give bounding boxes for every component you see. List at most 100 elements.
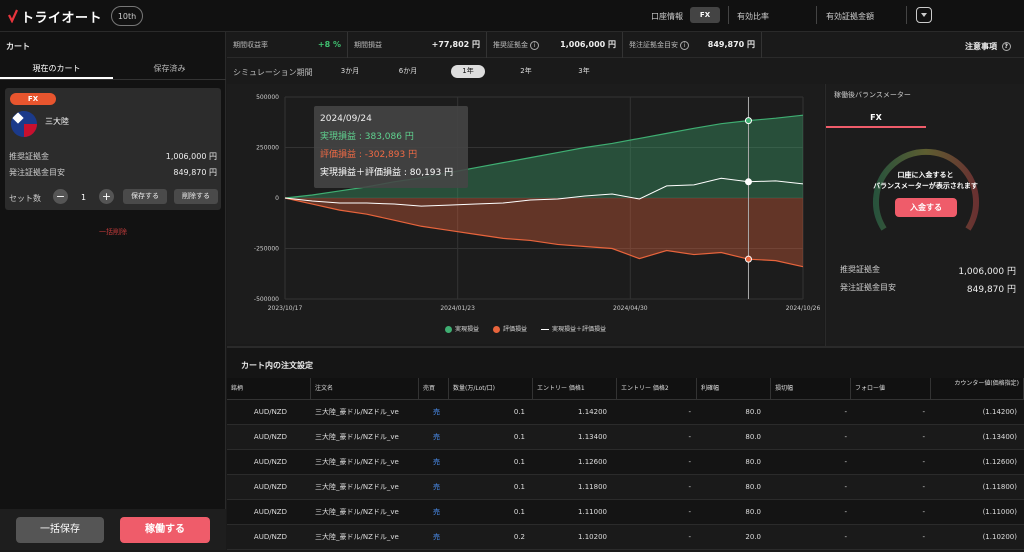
- anniversary-badge: 10th: [111, 6, 144, 26]
- col-counter[interactable]: カウンター値(価格指定): [931, 378, 1024, 400]
- order-margin-label: 発注証拠金目安: [9, 168, 65, 177]
- recommended-margin-stat: 推奨証拠金 i 1,006,000 円: [487, 32, 623, 58]
- delete-all-link[interactable]: 一括削除: [0, 227, 226, 237]
- table-cell: 1.11800: [578, 483, 607, 491]
- crosshair-point: [744, 255, 752, 263]
- col-follow[interactable]: フォロー値: [851, 378, 931, 400]
- tab-fx[interactable]: FX: [826, 108, 926, 128]
- x-tick-label: 2024/04/30: [613, 305, 648, 312]
- table-cell: 1.14200: [578, 408, 607, 416]
- info-icon[interactable]: i: [530, 40, 539, 50]
- simulation-period-label: シミュレーション期間: [233, 68, 313, 77]
- legend-total[interactable]: 実現損益＋評価損益: [541, 324, 606, 336]
- decrement-button[interactable]: −: [53, 189, 68, 204]
- legend-unrealized[interactable]: 評価損益: [492, 324, 527, 336]
- fx-account-button[interactable]: FX: [690, 7, 720, 23]
- table-row[interactable]: AUD/NZD 三大陸_豪ドル/NZドル_ve 売 0.1 1.12600-80.0- -…: [227, 450, 1024, 475]
- table-cell: AUD/NZD: [253, 533, 287, 541]
- right-recommended-label: 推奨証拠金: [840, 265, 880, 274]
- deposit-button[interactable]: 入金する: [895, 198, 957, 217]
- table-row[interactable]: AUD/NZD 三大陸_豪ドル/NZドル_ve 売 0.1 1.14200-80.0- -…: [227, 400, 1024, 425]
- fx-badge: FX: [10, 93, 56, 105]
- order-margin-value: 849,870 円: [173, 168, 217, 177]
- table-cell: -: [688, 483, 691, 491]
- app-logo[interactable]: トライオート 10th: [8, 6, 144, 26]
- right-order-margin: 発注証拠金目安 849,870 円: [840, 282, 1016, 295]
- period-option-6m[interactable]: 6か月: [393, 65, 423, 78]
- table-cell: 80.0: [745, 508, 761, 516]
- order-margin-stat-label: 発注証拠金目安: [629, 41, 678, 49]
- table-cell: -: [844, 408, 847, 416]
- table-cell: (1.11000): [982, 508, 1017, 516]
- effective-margin-label: 有効証拠金額: [826, 12, 874, 21]
- divider: [906, 6, 907, 24]
- save-all-button[interactable]: 一括保存: [16, 517, 104, 543]
- notes-link[interactable]: 注意事項 ?: [965, 41, 1011, 52]
- legend-realized[interactable]: 実現損益: [444, 324, 479, 336]
- table-cell: AUD/NZD: [253, 483, 287, 491]
- recommended-margin-label: 推奨証拠金: [9, 152, 49, 161]
- period-option-1y[interactable]: 1年: [451, 65, 485, 78]
- info-icon[interactable]: i: [680, 40, 689, 50]
- table-row[interactable]: AUD/NZD 三大陸_豪ドル/NZドル_ve 売 0.1 1.11000-80.0- -…: [227, 500, 1024, 525]
- table-cell: 0.2: [513, 533, 525, 541]
- delete-button[interactable]: 削除する: [174, 189, 218, 204]
- col-take-profit[interactable]: 利確幅: [697, 378, 771, 400]
- message-line-1: 口座に入金すると: [897, 171, 954, 179]
- table-cell: AUD/NZD: [253, 508, 287, 516]
- table-cell: 0.1: [513, 483, 525, 491]
- col-stop-loss[interactable]: 損切幅: [771, 378, 851, 400]
- app-name: トライオート: [21, 10, 103, 26]
- strategy-name: 三大陸: [45, 117, 69, 126]
- col-entry-1[interactable]: エントリー 価格1: [533, 378, 617, 400]
- chevron-down-icon[interactable]: [916, 7, 932, 23]
- period-option-3y[interactable]: 3年: [569, 65, 599, 78]
- table-cell: AUD/NZD: [253, 433, 287, 441]
- currency-flag-icon: [11, 111, 37, 137]
- table-cell: 80.0: [745, 408, 761, 416]
- period-option-3m[interactable]: 3か月: [335, 65, 365, 78]
- table-row[interactable]: AUD/NZD 三大陸_豪ドル/NZドル_ve 売 0.1 1.13400-80.0- -…: [227, 425, 1024, 450]
- col-order-name[interactable]: 注文名: [311, 378, 419, 400]
- table-row[interactable]: AUD/NZD 三大陸_豪ドル/NZドル_ve 売 0.1 1.11800-80.0- -…: [227, 475, 1024, 500]
- table-cell: 三大陸_豪ドル/NZドル_ve: [315, 483, 399, 491]
- tab-current-cart[interactable]: 現在のカート: [0, 58, 113, 79]
- y-tick-label: 250000: [256, 145, 279, 152]
- table-cell: -: [922, 483, 925, 491]
- col-symbol[interactable]: 銘柄: [227, 378, 311, 400]
- col-side[interactable]: 売買: [419, 378, 449, 400]
- table-row[interactable]: AUD/NZD 三大陸_豪ドル/NZドル_ve 売 0.2 1.10200-20.0- -…: [227, 525, 1024, 550]
- recommended-margin-stat-value: 1,006,000 円: [560, 40, 616, 49]
- table-cell: (1.14200): [982, 408, 1017, 416]
- col-quantity[interactable]: 数量(万/Lot/口): [449, 378, 533, 400]
- table-cell: -: [922, 433, 925, 441]
- effective-ratio-label: 有効比率: [737, 12, 769, 21]
- period-return-value: +8 %: [317, 40, 341, 49]
- increment-button[interactable]: +: [99, 189, 114, 204]
- table-cell: -: [844, 458, 847, 466]
- tab-saved[interactable]: 保存済み: [113, 58, 226, 79]
- save-button[interactable]: 保存する: [123, 189, 167, 204]
- y-tick-label: 500000: [256, 94, 279, 101]
- cart-title: カート: [6, 42, 30, 51]
- table-cell: 三大陸_豪ドル/NZドル_ve: [315, 508, 399, 516]
- table-cell: 80.0: [745, 483, 761, 491]
- set-count-row: セット数 − 1 + 保存する 削除する: [9, 189, 219, 205]
- period-pnl-label: 期間損益: [354, 41, 382, 49]
- order-margin-stat: 発注証拠金目安 i 849,870 円: [623, 32, 762, 58]
- table-cell: 三大陸_豪ドル/NZドル_ve: [315, 533, 399, 541]
- run-button[interactable]: 稼働する: [120, 517, 210, 543]
- period-return-label: 期間収益率: [233, 41, 268, 49]
- table-cell: 三大陸_豪ドル/NZドル_ve: [315, 433, 399, 441]
- col-entry-2[interactable]: エントリー 価格2: [617, 378, 697, 400]
- chart-tooltip: 2024/09/24 実現損益 : 383,086 円 評価損益 : -302,…: [314, 106, 468, 188]
- table-cell: -: [922, 508, 925, 516]
- cart-actions: 一括保存 稼働する: [0, 509, 226, 550]
- table-cell: 80.0: [745, 458, 761, 466]
- period-pnl-value: +77,802 円: [431, 40, 480, 49]
- table-cell: 1.11000: [578, 508, 607, 516]
- order-margin-row: 発注証拠金目安 849,870 円: [9, 167, 217, 178]
- period-option-2y[interactable]: 2年: [511, 65, 541, 78]
- table-cell: (1.11800): [982, 483, 1017, 491]
- table-cell: 0.1: [513, 408, 525, 416]
